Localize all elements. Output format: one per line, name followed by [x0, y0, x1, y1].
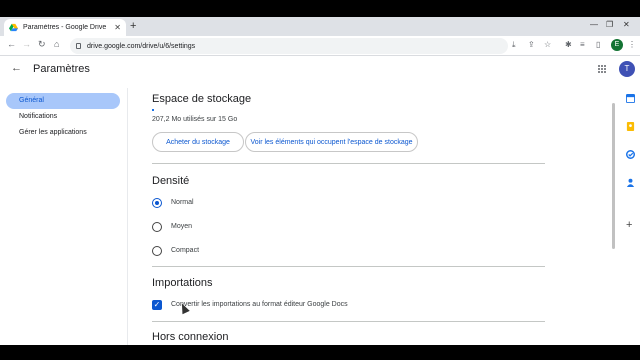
restore-icon[interactable]: ❐	[606, 20, 613, 29]
lock-icon	[76, 43, 81, 49]
app-header: ← Paramètres	[0, 57, 640, 83]
convert-imports-label: Convertir les importations au format édi…	[171, 301, 348, 308]
browser-window: Paramètres - Google Drive ✕ + — ❐ ✕ ← → …	[0, 17, 640, 345]
storage-usage-bar	[152, 109, 154, 111]
storage-heading: Espace de stockage	[152, 93, 252, 105]
back-arrow-icon[interactable]: ←	[11, 62, 22, 74]
tab-strip: Paramètres - Google Drive ✕ + — ❐ ✕	[0, 17, 640, 36]
close-tab-icon[interactable]: ✕	[114, 23, 121, 32]
page-title: Paramètres	[33, 63, 90, 75]
share-icon[interactable]: ⇪	[528, 40, 535, 49]
bookmark-star-icon[interactable]: ☆	[544, 40, 551, 49]
address-bar[interactable]: drive.google.com/drive/u/6/settings	[70, 38, 508, 54]
browser-toolbar: ← → ↻ ⌂ drive.google.com/drive/u/6/setti…	[0, 36, 640, 56]
offline-heading: Hors connexion	[152, 331, 229, 343]
media-icon[interactable]: ≡	[580, 40, 585, 49]
section-divider	[152, 321, 545, 322]
menu-icon[interactable]: ⋮	[628, 40, 636, 49]
browser-profile-avatar[interactable]: E	[611, 39, 623, 51]
sidebar-item-notifications[interactable]: Notifications	[6, 109, 120, 125]
density-normal-label: Normal	[171, 199, 194, 206]
minimize-icon[interactable]: —	[590, 20, 598, 29]
section-divider	[152, 266, 545, 267]
convert-imports-checkbox[interactable]: ✓	[152, 300, 162, 310]
sidepanel-icon[interactable]: ▯	[596, 40, 600, 49]
section-divider	[152, 163, 545, 164]
calendar-icon[interactable]	[626, 94, 635, 103]
storage-usage-text: 207,2 Mo utilisés sur 15 Go	[152, 116, 238, 123]
window-close-icon[interactable]: ✕	[623, 20, 630, 29]
tab-title: Paramètres - Google Drive	[23, 24, 107, 31]
view-storage-items-button[interactable]: Voir les éléments qui occupent l'espace …	[245, 132, 418, 152]
contacts-icon[interactable]	[626, 178, 635, 187]
url-text: drive.google.com/drive/u/6/settings	[87, 42, 196, 50]
density-normal-radio[interactable]	[152, 198, 162, 208]
density-compact-label: Compact	[171, 247, 200, 254]
google-drive-icon	[9, 23, 18, 32]
reload-icon[interactable]: ↻	[38, 39, 46, 50]
new-tab-icon[interactable]: +	[130, 20, 136, 32]
density-heading: Densité	[152, 175, 190, 187]
sidebar-item-general[interactable]: Général	[6, 93, 120, 109]
sidebar-item-manage-apps[interactable]: Gérer les applications	[6, 125, 120, 141]
account-avatar[interactable]: T	[619, 61, 635, 77]
buy-storage-button[interactable]: Acheter du stockage	[152, 132, 244, 152]
density-moyen-label: Moyen	[171, 223, 193, 230]
install-icon[interactable]: ⤓	[512, 40, 516, 50]
back-icon[interactable]: ←	[7, 39, 16, 49]
tasks-icon[interactable]	[626, 150, 635, 159]
density-moyen-radio[interactable]	[152, 222, 162, 232]
extensions-icon[interactable]: ✱	[565, 40, 572, 49]
home-icon[interactable]: ⌂	[54, 39, 59, 49]
add-addon-icon[interactable]: +	[626, 220, 635, 231]
browser-tab[interactable]: Paramètres - Google Drive ✕	[4, 19, 126, 36]
forward-icon[interactable]: →	[22, 39, 31, 49]
keep-icon[interactable]	[626, 122, 635, 131]
scrollbar[interactable]	[612, 103, 615, 249]
apps-grid-icon[interactable]	[598, 65, 607, 74]
imports-heading: Importations	[152, 277, 213, 289]
density-compact-radio[interactable]	[152, 246, 162, 256]
